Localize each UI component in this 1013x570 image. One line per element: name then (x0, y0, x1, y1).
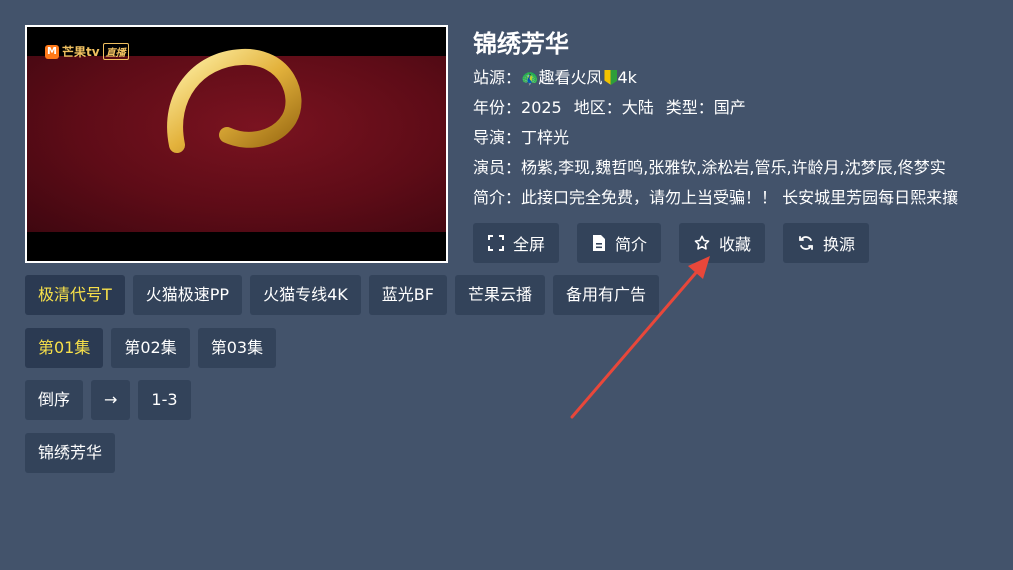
video-player[interactable]: M 芒果tv 直播 (25, 25, 448, 263)
line-chip[interactable]: 备用有广告 (552, 275, 659, 315)
episode-order-controls: 倒序 → 1-3 (25, 380, 191, 420)
star-icon (694, 235, 710, 250)
direction-arrow-button[interactable]: → (91, 380, 131, 420)
line-chip[interactable]: 极清代号T (25, 275, 125, 315)
document-icon (593, 235, 606, 251)
related-chip[interactable]: 锦绣芳华 (25, 433, 116, 473)
fullscreen-button[interactable]: 全屏 (473, 223, 560, 263)
director-row: 导演：丁梓光 (473, 128, 570, 147)
related-list: 锦绣芳华 (25, 433, 116, 473)
detail-panel: 锦绣芳华 站源：🦚趣看火凤 4k 年份：2025 地区：大陆 类型：国产 导演：丁梓光… (473, 25, 1003, 213)
refresh-icon (799, 236, 813, 250)
video-title: 锦绣芳华 (473, 30, 569, 58)
switch-source-button[interactable]: 换源 (783, 223, 870, 263)
episode-list: 第01集 第02集 第03集 (25, 328, 277, 368)
fullscreen-icon (488, 235, 504, 251)
mango-tv-logo: M 芒果tv 直播 (45, 43, 129, 60)
line-chip[interactable]: 火猫专线4K (250, 275, 361, 315)
source-row: 站源：🦚趣看火凤 4k (473, 68, 637, 87)
meta-row: 年份：2025 地区：大陆 类型：国产 (473, 98, 746, 117)
intro-button[interactable]: 简介 (577, 223, 662, 263)
episode-chip[interactable]: 第01集 (25, 328, 104, 368)
episode-range-button[interactable]: 1-3 (138, 380, 191, 420)
episode-chip[interactable]: 第03集 (197, 328, 277, 368)
peacock-icon: 🦚 (521, 71, 539, 87)
cast-row: 演员：杨紫,李现,魏哲鸣,张雅钦,涂松岩,管乐,许龄月,沈梦辰,佟梦实 (473, 158, 946, 177)
favorite-button[interactable]: 收藏 (679, 223, 766, 263)
reverse-order-button[interactable]: 倒序 (25, 380, 84, 420)
line-chip[interactable]: 芒果云播 (454, 275, 545, 315)
line-chip[interactable]: 蓝光BF (368, 275, 447, 315)
video-graphic (167, 49, 302, 153)
line-chip[interactable]: 火猫极速PP (132, 275, 243, 315)
intro-row: 简介：此接口完全免费，请勿上当受骗！！ 长安城里芳园每日熙来攘 (473, 188, 959, 207)
episode-chip[interactable]: 第02集 (111, 328, 190, 368)
beginner-badge-icon (604, 70, 618, 85)
action-bar: 全屏 简介 收藏 换源 (473, 223, 870, 263)
source-lines: 极清代号T 火猫极速PP 火猫专线4K 蓝光BF 芒果云播 备用有广告 (25, 275, 659, 315)
